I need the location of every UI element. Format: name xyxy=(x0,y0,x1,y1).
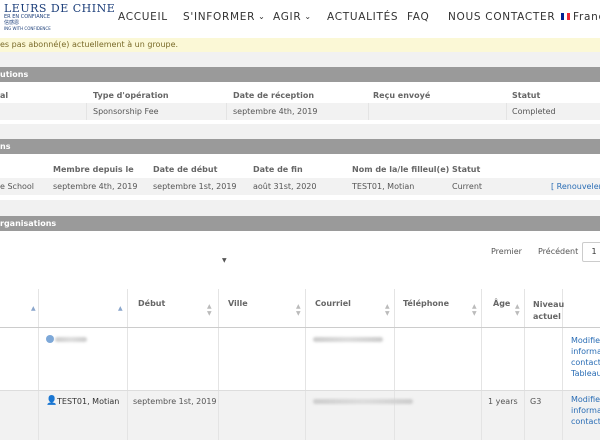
sort-icon[interactable]: ▲ ▼ xyxy=(296,303,301,317)
memberships-panel-header: ns xyxy=(0,139,600,154)
col-end-date: Date de fin xyxy=(253,165,303,174)
row-actions[interactable]: Modifier informat contact Tableau xyxy=(571,335,600,379)
member-since: septembre 4th, 2019 xyxy=(53,182,138,191)
memberships-panel: Membre depuis le Date de début Date de f… xyxy=(0,154,600,200)
redacted-name xyxy=(55,337,87,342)
nav-contact-label: NOUS CONTACTER xyxy=(448,11,556,23)
person-icon xyxy=(46,335,54,343)
start-date: septembre 1st, 2019 xyxy=(153,182,237,191)
col-age[interactable]: Âge xyxy=(493,299,510,308)
pager-page-1[interactable]: 1 xyxy=(582,242,600,262)
renew-link[interactable]: [ Renouveler xyxy=(551,182,600,191)
nav-contact[interactable]: NOUS CONTACTER xyxy=(448,11,555,23)
organisations-title: rganisations xyxy=(0,219,57,228)
membership-type: e School xyxy=(0,182,35,191)
level: G3 xyxy=(530,397,542,406)
nav-accueil-label: ACCUEIL xyxy=(118,11,168,23)
sort-icon[interactable]: ▲ ▼ xyxy=(472,303,477,317)
nav-sinformer-label: S'INFORMER xyxy=(183,11,256,23)
end-date: août 31st, 2020 xyxy=(253,182,317,191)
row-actions[interactable]: Modifier informat contact xyxy=(571,394,600,427)
nav-actualites[interactable]: ACTUALITÉS xyxy=(327,11,398,23)
col-start[interactable]: Début xyxy=(138,299,165,308)
nav-faq[interactable]: FAQ xyxy=(407,11,429,23)
col-status: Statut xyxy=(512,91,541,100)
language-label: Franç xyxy=(573,11,600,23)
nav-faq-label: FAQ xyxy=(407,11,430,23)
pager-page-label: 1 xyxy=(591,247,597,256)
memberships-title: ns xyxy=(0,142,11,151)
col-received-date: Date de réception xyxy=(233,91,315,100)
edit-link-cont[interactable]: informat xyxy=(571,346,600,357)
french-flag-icon xyxy=(561,13,570,20)
table-row: e School septembre 4th, 2019 septembre 1… xyxy=(0,178,600,195)
sort-asc-icon[interactable]: ▲ xyxy=(118,305,123,312)
nav-actualites-label: ACTUALITÉS xyxy=(327,11,399,23)
table-row: Sponsorship Fee septembre 4th, 2019 Comp… xyxy=(0,103,600,120)
col-phone[interactable]: Téléphone xyxy=(403,299,449,308)
start-date: septembre 1st, 2019 xyxy=(133,397,217,406)
student-icon: 👤 xyxy=(46,396,58,406)
organisations-panel-header: rganisations xyxy=(0,216,600,231)
sort-icon[interactable]: ▲ ▼ xyxy=(207,303,212,317)
dashboard-link[interactable]: Tableau xyxy=(571,368,600,379)
status: Completed xyxy=(512,107,556,116)
edit-link[interactable]: Modifier xyxy=(571,335,600,346)
operation-type: Sponsorship Fee xyxy=(93,107,159,116)
group-notice: es pas abonné(e) actuellement à un group… xyxy=(0,38,600,52)
nav-sinformer[interactable]: S'INFORMER ⌄ xyxy=(183,11,266,23)
status: Current xyxy=(452,182,483,191)
col-sponsored-name: Nom de la/le filleul(e) xyxy=(352,165,450,174)
pager-first[interactable]: Premier xyxy=(491,247,522,256)
col-operation-type: Type d'opération xyxy=(93,91,169,100)
language-selector[interactable]: Franç xyxy=(561,11,600,23)
edit-link-cont[interactable]: informat xyxy=(571,405,600,416)
sort-asc-icon[interactable]: ▲ xyxy=(31,305,36,312)
student-name[interactable]: TEST01, Motian xyxy=(57,397,119,406)
redacted-email xyxy=(313,399,413,404)
edit-link-cont2[interactable]: contact xyxy=(571,357,600,368)
received-date: septembre 4th, 2019 xyxy=(233,107,318,116)
dropdown-caret-icon[interactable]: ▼ xyxy=(222,257,227,264)
contributions-title: utions xyxy=(0,70,29,79)
sponsored-name: TEST01, Motian xyxy=(352,182,415,191)
contributions-panel: al Type d'opération Date de réception Re… xyxy=(0,82,600,124)
nav-agir-label: AGIR xyxy=(273,11,302,23)
col-email[interactable]: Courriel xyxy=(315,299,351,308)
edit-link[interactable]: Modifier xyxy=(571,394,600,405)
nav-agir[interactable]: AGIR ⌄ xyxy=(273,11,312,23)
redacted-email xyxy=(313,337,383,342)
col-start-date: Date de début xyxy=(153,165,218,174)
col-member-since: Membre depuis le xyxy=(53,165,134,174)
col-receipt-sent: Reçu envoyé xyxy=(373,91,431,100)
chevron-down-icon: ⌄ xyxy=(304,12,312,21)
edit-link-cont2[interactable]: contact xyxy=(571,416,600,427)
org-table-header: ▲ ▲ Début ▲ ▼ Ville ▲ ▼ Courriel ▲ ▼ Téléph… xyxy=(0,289,600,328)
col-level[interactable]: Niveau actuel xyxy=(533,299,564,323)
sort-icon[interactable]: ▲ ▼ xyxy=(515,303,520,317)
sort-icon[interactable]: ▲ ▼ xyxy=(385,303,390,317)
table-row: Modifier informat contact Tableau xyxy=(0,328,600,391)
nav-accueil[interactable]: ACCUEIL xyxy=(118,11,168,23)
col-total: al xyxy=(0,91,9,100)
contributions-panel-header: utions xyxy=(0,67,600,82)
organisations-panel: Premier Précédent 1 ▼ ▲ ▲ Début ▲ ▼ Ville… xyxy=(0,231,600,440)
col-city[interactable]: Ville xyxy=(228,299,248,308)
notice-text: es pas abonné(e) actuellement à un group… xyxy=(0,40,179,49)
age: 1 years xyxy=(488,397,518,406)
table-row: 👤 TEST01, Motian septembre 1st, 2019 1 y… xyxy=(0,391,600,440)
pager-previous[interactable]: Précédent xyxy=(538,247,578,256)
site-header: LEURS DE CHINE ER EN CONFIANCE 信感恩 ING W… xyxy=(0,0,600,38)
chevron-down-icon: ⌄ xyxy=(258,12,266,21)
col-status: Statut xyxy=(452,165,481,174)
brand-tagline-en: ING WITH CONFIDENCE xyxy=(4,26,51,31)
